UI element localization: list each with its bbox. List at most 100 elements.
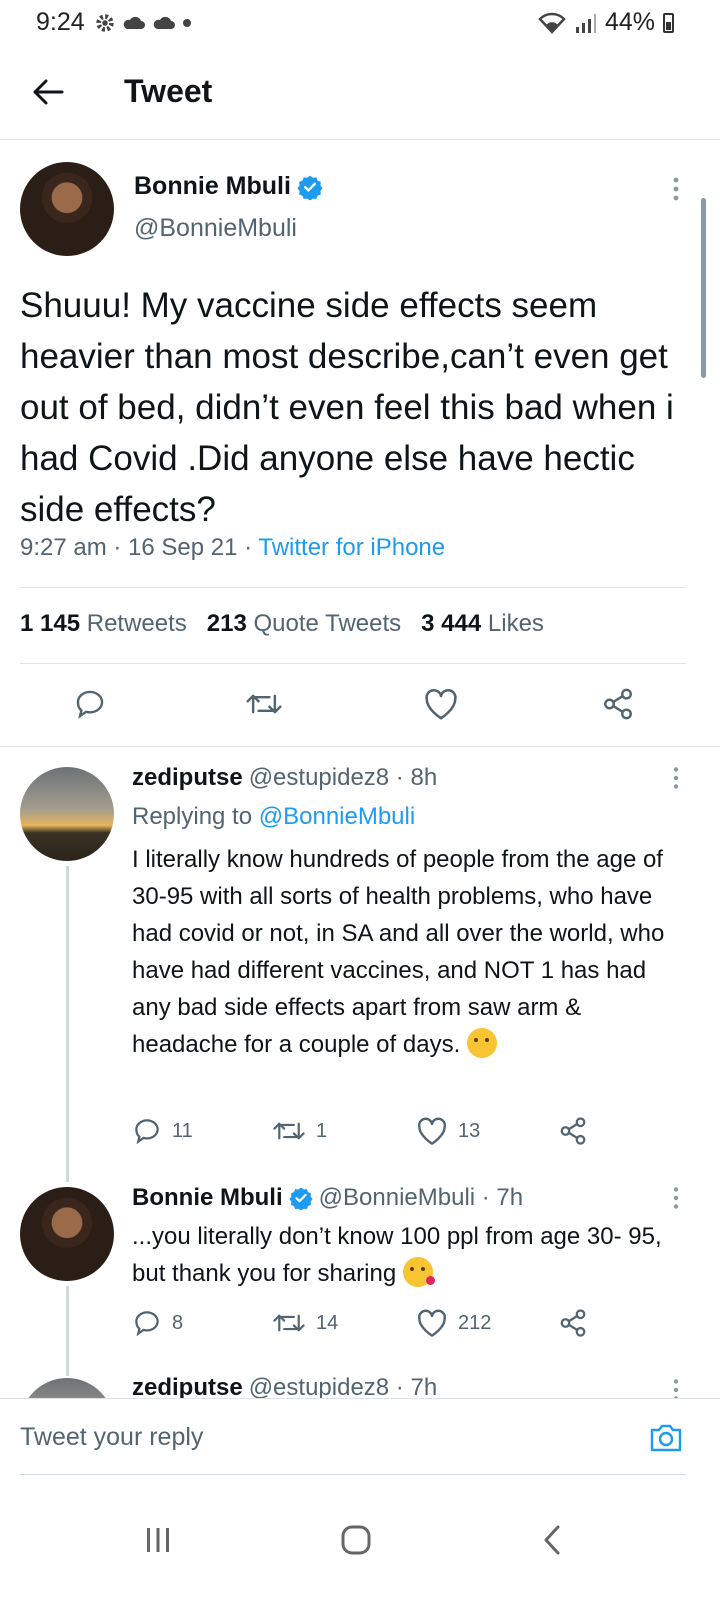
share-icon xyxy=(560,1117,586,1145)
divider xyxy=(20,587,686,588)
like-button[interactable] xyxy=(419,680,463,728)
reply-text: I literally know hundreds of people from… xyxy=(132,841,682,1063)
recent-apps-icon xyxy=(147,1528,169,1552)
more-options-button[interactable] xyxy=(672,1186,680,1215)
retweet-icon xyxy=(246,694,282,714)
more-vertical-icon xyxy=(673,177,679,201)
verified-badge-icon xyxy=(297,175,323,200)
reply-button[interactable]: 8 xyxy=(132,1308,183,1338)
reply-count: 8 xyxy=(172,1311,184,1334)
page-title: Tweet xyxy=(124,73,213,109)
reply-icon xyxy=(135,1119,159,1145)
reply-button[interactable]: 11 xyxy=(132,1116,193,1146)
reply-button[interactable] xyxy=(68,680,112,728)
tweet-source-link[interactable]: Twitter for iPhone xyxy=(258,534,445,561)
author-handle[interactable]: @BonnieMbuli xyxy=(134,214,297,243)
share-button[interactable] xyxy=(558,1308,588,1338)
back-button[interactable] xyxy=(28,72,68,112)
thinking-face-emoji-icon xyxy=(466,1028,497,1058)
tweet-actions xyxy=(0,680,720,736)
retweet-button[interactable] xyxy=(242,680,286,728)
more-options-button[interactable] xyxy=(672,176,680,207)
avatar[interactable] xyxy=(20,767,114,861)
quotes-label: Quote Tweets xyxy=(253,610,402,637)
like-count: 212 xyxy=(458,1311,492,1334)
camera-button[interactable] xyxy=(648,1421,684,1460)
retweet-icon xyxy=(273,1122,305,1140)
arrow-left-icon xyxy=(33,79,64,105)
quotes-count: 213 xyxy=(206,610,247,637)
reply-author-name[interactable]: Bonnie Mbuli xyxy=(132,1184,283,1212)
reply-text-body: I literally know hundreds of people from… xyxy=(132,846,665,1058)
tweet-timestamp: 9:27 am · 16 Sep 21 · Twitter for iPhone xyxy=(20,534,445,562)
tweet-time: 9:27 am · 16 Sep 21 · xyxy=(20,534,259,561)
quote-tweets-stat[interactable]: 213 Quote Tweets xyxy=(207,610,401,638)
share-button[interactable] xyxy=(558,1116,588,1146)
replying-to-mention[interactable]: @BonnieMbuli xyxy=(259,803,415,830)
cloud-icon xyxy=(123,16,145,29)
verified-badge-icon xyxy=(289,1187,313,1210)
replying-to-prefix: Replying to xyxy=(132,803,259,830)
retweet-count: 1 xyxy=(316,1119,328,1142)
author-name[interactable]: Bonnie Mbuli xyxy=(134,172,323,201)
home-icon xyxy=(341,1525,371,1555)
like-button[interactable]: 212 xyxy=(416,1308,491,1338)
dot-icon xyxy=(183,19,191,27)
gear-icon xyxy=(96,14,114,32)
thread-line xyxy=(66,1286,69,1376)
scrollbar[interactable] xyxy=(701,198,706,378)
notification-icons xyxy=(94,12,192,34)
retweet-button[interactable]: 14 xyxy=(272,1308,338,1338)
likes-label: Likes xyxy=(487,610,544,637)
tweet-text: Shuuu! My vaccine side effects seem heav… xyxy=(20,286,674,529)
reply-composer xyxy=(0,1398,720,1478)
likes-stat[interactable]: 3 444 Likes xyxy=(421,610,544,638)
divider xyxy=(20,663,686,664)
reply-actions: 8 14 212 xyxy=(132,1308,612,1342)
thread-line xyxy=(66,866,69,1182)
status-bar: 9:24 44% xyxy=(0,0,720,46)
reply-header: Bonnie Mbuli @BonnieMbuli · 7h xyxy=(132,1184,523,1212)
likes-count: 3 444 xyxy=(421,610,482,637)
heart-icon xyxy=(417,1117,447,1145)
app-header: Tweet xyxy=(0,46,720,140)
system-navigation-bar xyxy=(0,1480,720,1600)
chevron-left-icon xyxy=(544,1525,560,1555)
share-icon xyxy=(604,688,632,720)
reply-icon xyxy=(135,1311,159,1337)
retweets-count: 1 145 xyxy=(20,610,81,637)
reply-author-name[interactable]: zediputse xyxy=(132,764,243,792)
retweet-icon xyxy=(273,1314,305,1332)
divider xyxy=(0,746,720,747)
avatar[interactable] xyxy=(20,162,114,256)
more-vertical-icon xyxy=(673,1187,679,1209)
like-button[interactable]: 13 xyxy=(416,1116,480,1146)
back-nav-button[interactable] xyxy=(522,1510,582,1570)
retweets-stat[interactable]: 1 145 Retweets xyxy=(20,610,187,638)
status-time: 9:24 xyxy=(36,8,85,36)
avatar[interactable] xyxy=(20,1187,114,1281)
system-icons: 44% xyxy=(537,8,674,37)
home-button[interactable] xyxy=(326,1510,386,1570)
share-button[interactable] xyxy=(596,680,640,728)
heart-icon xyxy=(417,1309,447,1337)
wifi-icon xyxy=(538,12,566,34)
battery-icon xyxy=(663,12,674,33)
camera-icon xyxy=(650,1424,682,1452)
retweet-button[interactable]: 1 xyxy=(272,1116,327,1146)
reply-author-handle[interactable]: @estupidez8 · 8h xyxy=(249,764,437,792)
more-options-button[interactable] xyxy=(672,766,680,795)
reply-text: ...you literally don’t know 100 ppl from… xyxy=(132,1218,682,1292)
heart-icon xyxy=(425,688,457,720)
reply-input[interactable] xyxy=(20,1423,580,1452)
like-count: 13 xyxy=(458,1119,481,1142)
battery-percent: 44% xyxy=(604,8,655,36)
cloud-icon xyxy=(153,16,175,29)
reply-actions: 11 1 13 xyxy=(132,1116,612,1150)
retweet-count: 14 xyxy=(316,1311,339,1334)
divider xyxy=(20,1474,686,1475)
reply-count: 11 xyxy=(172,1119,193,1142)
reply-author-handle[interactable]: @BonnieMbuli · 7h xyxy=(319,1184,523,1212)
recent-apps-button[interactable] xyxy=(128,1510,188,1570)
retweets-label: Retweets xyxy=(86,610,187,637)
